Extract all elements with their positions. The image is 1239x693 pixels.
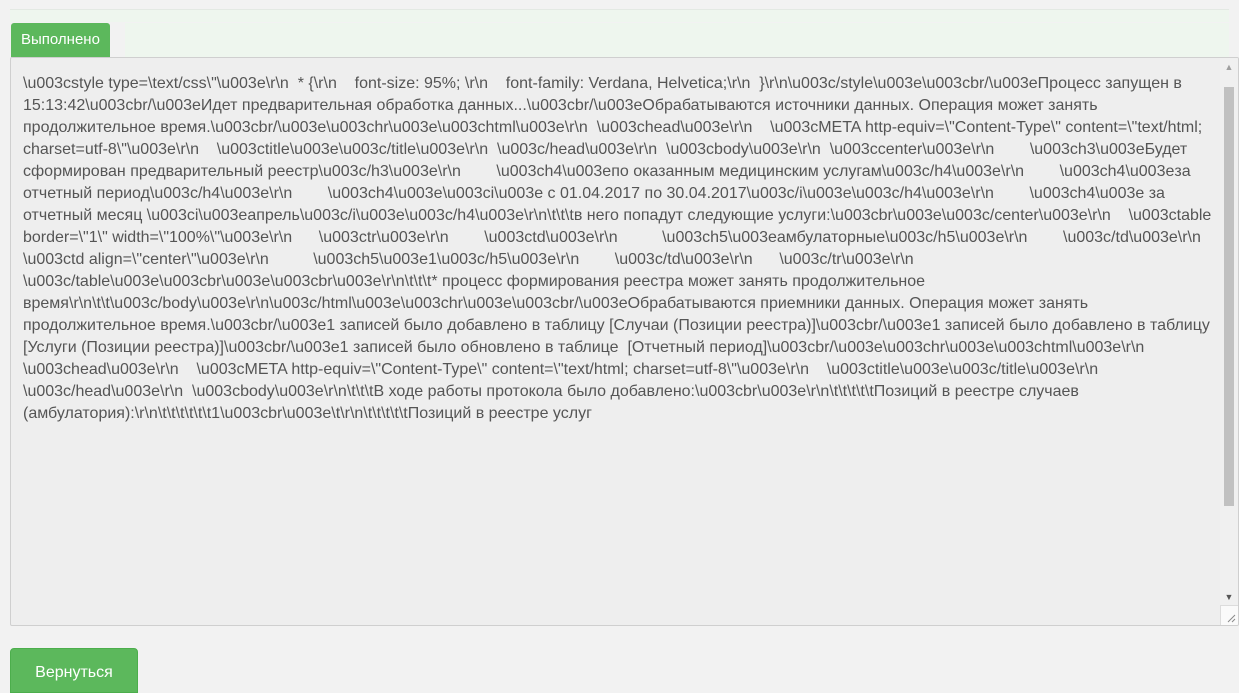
back-button[interactable]: Вернуться xyxy=(10,648,138,693)
log-text: \u003cstyle type=\text/css\"\u003e\r\n *… xyxy=(23,75,1212,422)
scroll-up-arrow-icon[interactable]: ▲ xyxy=(1220,58,1238,76)
status-badge: Выполнено xyxy=(11,23,110,57)
scroll-down-arrow-icon[interactable]: ▼ xyxy=(1220,588,1238,606)
page: Выполнено \u003cstyle type=\text/css\"\u… xyxy=(0,0,1239,693)
vertical-scrollbar[interactable]: ▲ ▼ xyxy=(1220,58,1238,606)
scroll-thumb[interactable] xyxy=(1224,87,1234,506)
status-strip xyxy=(125,23,1229,57)
resize-grip-icon[interactable] xyxy=(1220,605,1238,625)
top-divider xyxy=(10,9,1229,22)
log-textarea[interactable]: \u003cstyle type=\text/css\"\u003e\r\n *… xyxy=(10,57,1239,626)
